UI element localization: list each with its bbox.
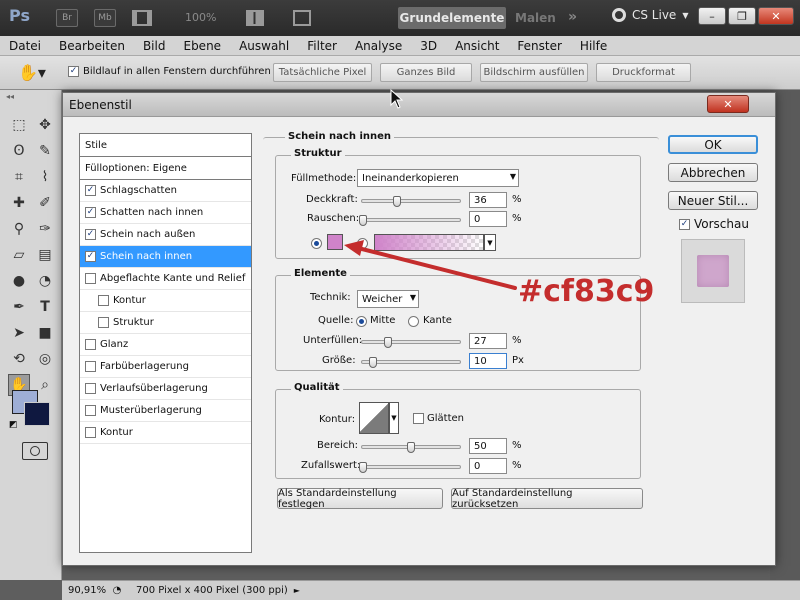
status-document-info: 700 Pixel x 400 Pixel (300 ppi) xyxy=(136,585,288,596)
annotation-hex-label: #cf83c9 xyxy=(518,274,655,309)
status-clock-icon: ◔ xyxy=(112,585,122,596)
mouse-cursor-icon xyxy=(390,89,404,109)
status-zoom[interactable]: 90,91% xyxy=(62,585,108,596)
status-menu-arrow-icon[interactable]: ► xyxy=(294,586,300,595)
status-bar: 90,91% ◔ 700 Pixel x 400 Pixel (300 ppi)… xyxy=(62,580,800,600)
